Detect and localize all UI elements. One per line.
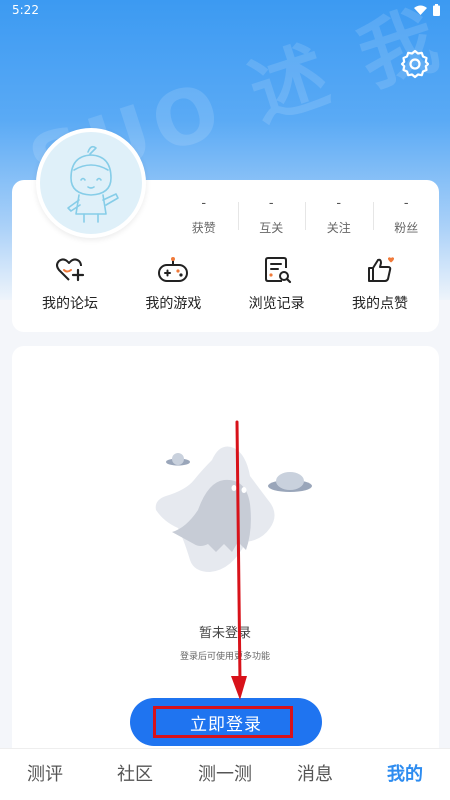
stat-followers[interactable]: - 粉丝 — [372, 196, 441, 240]
status-time: 5:22 — [12, 3, 39, 17]
gamepad-icon — [158, 257, 189, 282]
history-doc-icon — [264, 257, 291, 284]
tab-community[interactable]: 社区 — [90, 749, 180, 800]
login-button-label: 立即登录 — [190, 714, 262, 735]
stat-likes[interactable]: - 获赞 — [170, 196, 238, 240]
tab-quiz[interactable]: 测一测 — [180, 749, 270, 800]
heart-plus-icon — [56, 258, 85, 282]
stat-label: 获赞 — [191, 221, 216, 235]
profile-shortcuts: 我的论坛 我的游戏 浏览记录 我的点赞 — [22, 255, 428, 319]
shortcut-label: 浏览记录 — [248, 296, 305, 312]
shortcut-history[interactable]: 浏览记录 — [229, 255, 325, 319]
avatar-mascot-icon — [67, 145, 119, 223]
shortcut-my-forum[interactable]: 我的论坛 — [22, 255, 118, 319]
thumbs-up-icon — [367, 257, 395, 282]
stat-label: 粉丝 — [394, 221, 419, 235]
tab-review[interactable]: 测评 — [0, 749, 90, 800]
stat-value: - — [336, 196, 342, 211]
stat-following[interactable]: - 关注 — [305, 196, 373, 240]
shortcut-my-likes[interactable]: 我的点赞 — [332, 255, 428, 319]
stat-value: - — [201, 196, 207, 211]
tab-messages[interactable]: 消息 — [270, 749, 360, 800]
bottom-tab-bar: 测评 社区 测一测 消息 我的 — [0, 748, 450, 800]
stat-mutual[interactable]: - 互关 — [237, 196, 306, 240]
wifi-icon — [414, 5, 427, 15]
shortcut-label: 我的论坛 — [42, 296, 98, 312]
empty-state-title: 暂未登录 — [198, 626, 251, 641]
system-icons — [414, 4, 440, 16]
shortcut-label: 我的点赞 — [351, 296, 408, 312]
ghost-illustration — [155, 446, 312, 572]
profile-stats: - 获赞 - 互关 - 关注 - 粉丝 — [170, 196, 440, 240]
avatar[interactable] — [36, 128, 146, 238]
battery-icon — [433, 4, 440, 16]
shortcut-my-games[interactable]: 我的游戏 — [125, 255, 221, 319]
stat-label: 互关 — [259, 221, 284, 235]
tab-mine[interactable]: 我的 — [360, 749, 450, 800]
login-button[interactable]: 立即登录 — [130, 698, 322, 746]
shortcut-label: 我的游戏 — [145, 296, 202, 312]
stat-value: - — [403, 196, 409, 211]
settings-button[interactable] — [398, 47, 432, 81]
gear-icon — [400, 49, 430, 79]
stat-value: - — [268, 196, 274, 211]
empty-state-subtitle: 登录后可使用更多功能 — [179, 652, 270, 662]
status-bar: 5:22 — [0, 0, 450, 22]
stat-label: 关注 — [326, 221, 351, 235]
